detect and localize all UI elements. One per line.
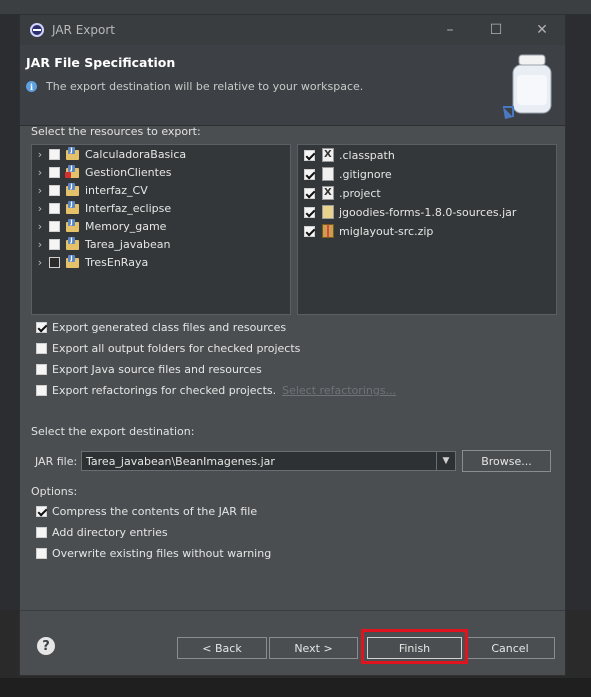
java-project-icon: J [65, 237, 80, 251]
file-checkbox[interactable] [304, 225, 315, 237]
tree-item-interfaz-eclipse[interactable]: › J Interfaz_eclipse [32, 199, 171, 217]
back-button[interactable]: < Back [177, 637, 267, 659]
maximize-button[interactable]: ☐ [473, 15, 519, 45]
checkbox[interactable] [36, 364, 47, 375]
info-message: The export destination will be relative … [46, 80, 364, 93]
project-checkbox[interactable] [49, 202, 60, 214]
destination-label: Select the export destination: [31, 425, 195, 438]
checkbox[interactable] [36, 385, 47, 396]
option-add-directory-entries[interactable]: Add directory entries [36, 526, 168, 539]
help-icon[interactable]: ? [37, 637, 55, 655]
file-checkbox[interactable] [304, 187, 315, 199]
file-item-classpath[interactable]: X .classpath [298, 146, 395, 164]
tree-item-gestionclientes[interactable]: › J GestionClientes [32, 163, 171, 181]
chevron-right-icon[interactable]: › [36, 148, 44, 161]
java-project-error-icon: J [65, 165, 80, 179]
option-overwrite[interactable]: Overwrite existing files without warning [36, 547, 271, 560]
jar-file-label: JAR file: [35, 455, 78, 468]
java-project-icon: J [65, 183, 80, 197]
project-tree[interactable]: › J CalculadoraBasica › J GestionCliente… [31, 144, 291, 315]
option-export-output-folders[interactable]: Export all output folders for checked pr… [36, 342, 300, 355]
checkbox[interactable] [36, 343, 47, 354]
project-checkbox[interactable] [49, 256, 60, 268]
checkbox[interactable] [36, 506, 47, 517]
file-checkbox[interactable] [304, 206, 315, 218]
option-export-refactorings[interactable]: Export refactorings for checked projects… [36, 384, 396, 397]
option-compress[interactable]: Compress the contents of the JAR file [36, 505, 257, 518]
finish-highlight-box [361, 629, 468, 664]
tree-item-tarea-javabean[interactable]: › J Tarea_javabean [32, 235, 170, 253]
project-checkbox[interactable] [49, 220, 60, 232]
option-export-class-files[interactable]: Export generated class files and resourc… [36, 321, 286, 334]
zip-file-icon [322, 224, 334, 238]
tree-item-calculadorabasica[interactable]: › J CalculadoraBasica [32, 145, 186, 163]
window-title: JAR Export [52, 23, 115, 37]
browse-button[interactable]: Browse... [462, 450, 551, 472]
x-file-icon: X [322, 186, 334, 200]
file-item-project[interactable]: X .project [298, 184, 381, 202]
checkbox[interactable] [36, 527, 47, 538]
jar-file-combo[interactable]: Tarea_javabean\BeanImagenes.jar ▼ [81, 451, 456, 471]
resources-label: Select the resources to export: [31, 125, 201, 138]
page-title: JAR File Specification [26, 55, 176, 70]
info-icon: i [26, 81, 37, 92]
java-project-icon: J [65, 201, 80, 215]
jar-export-dialog: JAR Export – ☐ ✕ JAR File Specification … [19, 14, 566, 676]
file-item-jgoodies-jar[interactable]: jgoodies-forms-1.8.0-sources.jar [298, 203, 516, 221]
project-checkbox[interactable] [49, 166, 60, 178]
checkbox[interactable] [36, 322, 47, 333]
file-checkbox[interactable] [304, 149, 315, 161]
jar-file-icon [322, 205, 334, 219]
file-list[interactable]: X .classpath .gitignore X .project jgood… [297, 144, 557, 315]
chevron-right-icon[interactable]: › [36, 256, 44, 269]
chevron-right-icon[interactable]: › [36, 184, 44, 197]
select-refactorings-link[interactable]: Select refactorings... [282, 384, 396, 397]
java-project-icon: J [65, 255, 80, 269]
cancel-button[interactable]: Cancel [465, 637, 555, 659]
x-file-icon: X [322, 148, 334, 162]
tree-item-memory-game[interactable]: › J Memory_game [32, 217, 166, 235]
minimize-button[interactable]: – [427, 15, 473, 45]
text-file-icon [322, 167, 334, 181]
chevron-right-icon[interactable]: › [36, 220, 44, 233]
title-bar: JAR Export – ☐ ✕ [20, 15, 565, 45]
file-item-gitignore[interactable]: .gitignore [298, 165, 392, 183]
project-checkbox[interactable] [49, 238, 60, 250]
jar-file-value[interactable]: Tarea_javabean\BeanImagenes.jar [86, 455, 436, 468]
chevron-right-icon[interactable]: › [36, 238, 44, 251]
jar-icon [503, 54, 552, 119]
file-item-miglayout-zip[interactable]: miglayout-src.zip [298, 222, 433, 240]
checkbox[interactable] [36, 548, 47, 559]
close-button[interactable]: ✕ [519, 15, 565, 45]
project-checkbox[interactable] [49, 148, 60, 160]
chevron-right-icon[interactable]: › [36, 166, 44, 179]
wizard-banner: JAR File Specification i The export dest… [20, 45, 565, 125]
file-checkbox[interactable] [304, 168, 315, 180]
project-checkbox[interactable] [49, 184, 60, 196]
background-strip [0, 0, 591, 14]
options-label: Options: [31, 485, 78, 498]
next-button[interactable]: Next > [269, 637, 358, 659]
tree-item-interfaz-cv[interactable]: › J interfaz_CV [32, 181, 148, 199]
option-export-java-source[interactable]: Export Java source files and resources [36, 363, 262, 376]
java-project-icon: J [65, 219, 80, 233]
footer-separator [20, 610, 565, 611]
chevron-down-icon[interactable]: ▼ [436, 452, 455, 470]
java-project-icon: J [65, 147, 80, 161]
eclipse-icon [30, 23, 44, 37]
chevron-right-icon[interactable]: › [36, 202, 44, 215]
tree-item-tresenraya[interactable]: › J TresEnRaya [32, 253, 148, 271]
